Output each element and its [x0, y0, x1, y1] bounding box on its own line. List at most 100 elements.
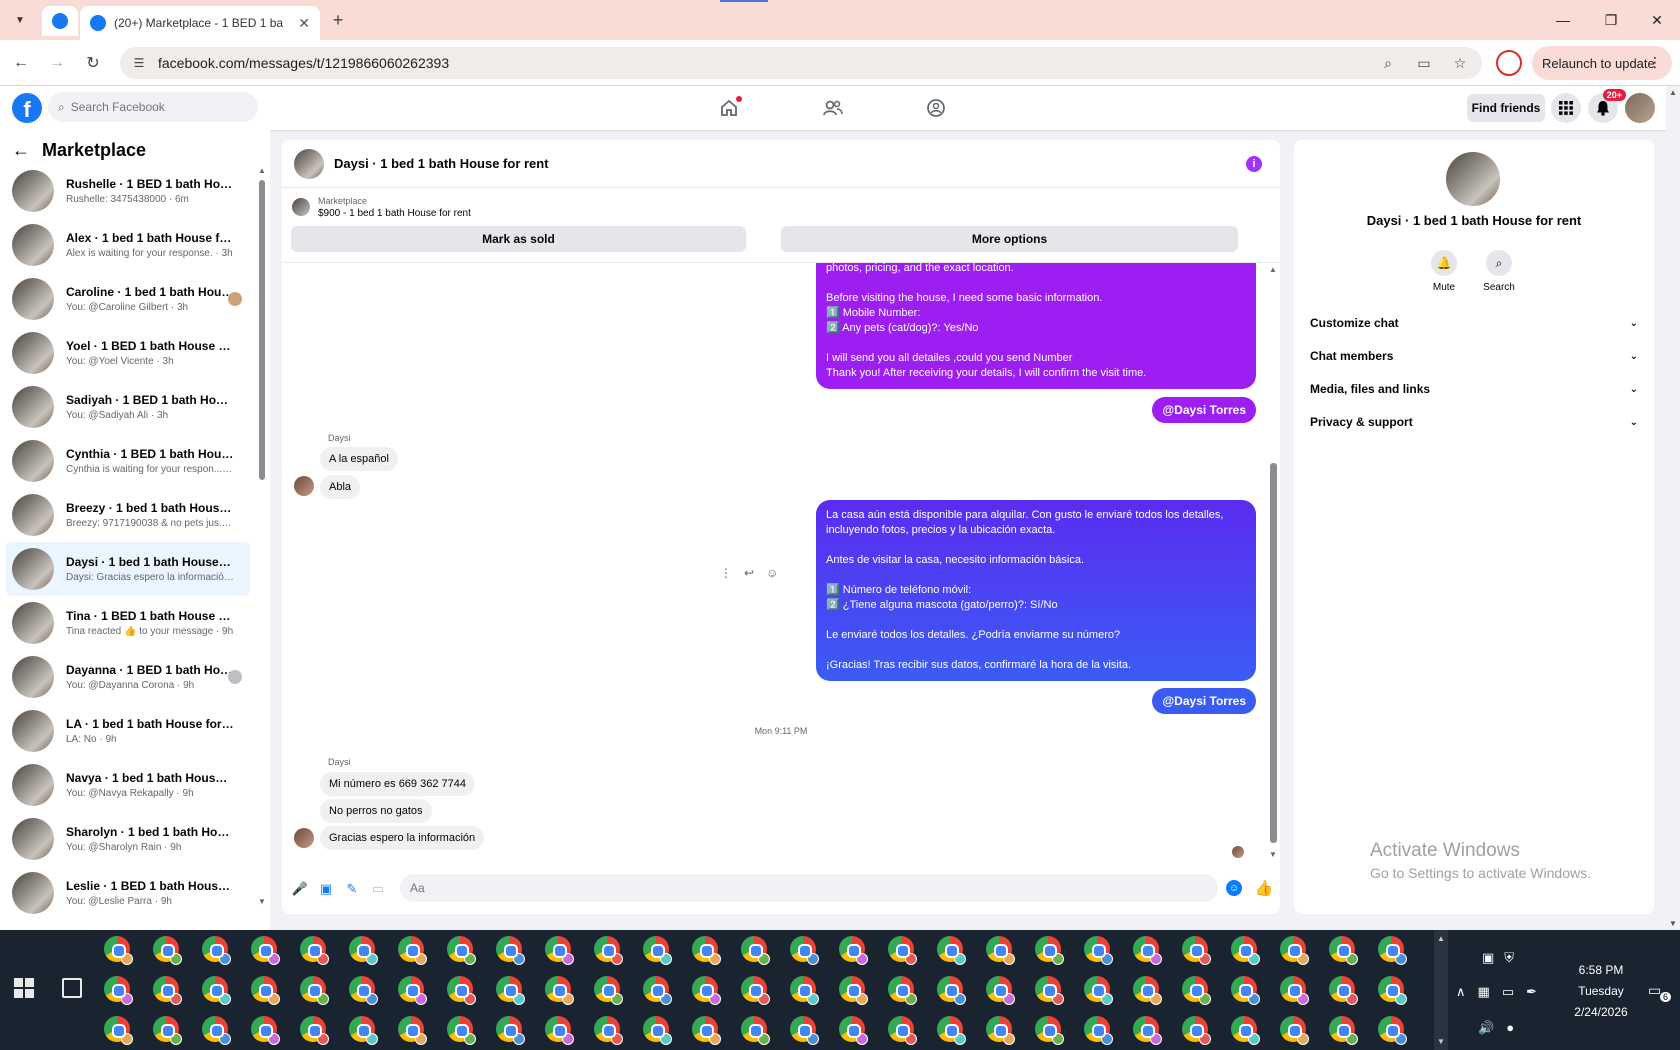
- chrome-window-icon[interactable]: [888, 976, 917, 1005]
- page-scrollbar[interactable]: ▲ ▼: [1666, 86, 1680, 930]
- message-scrollbar[interactable]: ▲ ▼: [1268, 263, 1278, 863]
- chrome-window-icon[interactable]: [1231, 1016, 1260, 1045]
- more-dots-icon[interactable]: ⋮: [720, 566, 732, 580]
- zoom-icon[interactable]: ⌕: [1376, 51, 1400, 75]
- relaunch-button[interactable]: Relaunch to update ⋮: [1532, 46, 1672, 80]
- reload-icon[interactable]: ↻: [80, 50, 106, 76]
- back-arrow-icon[interactable]: ←: [12, 140, 30, 161]
- pen-icon[interactable]: ✒: [1526, 984, 1537, 1000]
- incoming-message[interactable]: Mi número es 669 362 7744: [320, 772, 475, 796]
- chrome-window-icon[interactable]: [839, 936, 868, 965]
- marketplace-listing-info[interactable]: Marketplace $900 - 1 bed 1 bath House fo…: [292, 196, 471, 219]
- chrome-window-icon[interactable]: [692, 1016, 721, 1045]
- incoming-message[interactable]: Gracias espero la información: [320, 826, 485, 850]
- scroll-down-icon[interactable]: ▼: [258, 897, 266, 906]
- more-options-button[interactable]: More options: [781, 226, 1238, 252]
- chrome-window-icon[interactable]: [202, 1016, 231, 1045]
- chrome-window-icon[interactable]: [1182, 976, 1211, 1005]
- search-input[interactable]: [70, 100, 231, 114]
- scroll-up-icon[interactable]: ▲: [1269, 265, 1277, 274]
- chrome-window-icon[interactable]: [398, 1016, 427, 1045]
- chrome-window-icon[interactable]: [251, 936, 280, 965]
- chrome-window-icon[interactable]: [545, 1016, 574, 1045]
- chrome-window-icon[interactable]: [643, 936, 672, 965]
- scroll-down-icon[interactable]: ▼: [1437, 1037, 1445, 1046]
- mention-bubble[interactable]: @Daysi Torres: [1152, 688, 1256, 714]
- groups-icon[interactable]: [921, 94, 951, 122]
- chrome-window-icon[interactable]: [349, 936, 378, 965]
- account-avatar[interactable]: [1625, 93, 1655, 123]
- chrome-window-icon[interactable]: [888, 1016, 917, 1045]
- conversation-item[interactable]: Dayanna · 1 BED 1 bath Hous... You: @Daya…: [6, 650, 250, 704]
- chrome-window-icon[interactable]: [300, 936, 329, 965]
- chrome-window-icon[interactable]: [300, 1016, 329, 1045]
- chrome-window-icon[interactable]: [1133, 976, 1162, 1005]
- incoming-message[interactable]: A la español: [320, 447, 398, 471]
- react-emoji-icon[interactable]: ☺: [766, 566, 778, 580]
- thumbs-up-icon[interactable]: 👍: [1254, 878, 1274, 898]
- chrome-window-icon[interactable]: [496, 936, 525, 965]
- chrome-window-icon[interactable]: [1329, 976, 1358, 1005]
- conversation-item[interactable]: Sharolyn · 1 bed 1 bath House f... You: @…: [6, 812, 250, 866]
- chrome-window-icon[interactable]: [1378, 976, 1407, 1005]
- mark-as-sold-button[interactable]: Mark as sold: [291, 226, 746, 252]
- conversation-item[interactable]: Sadiyah · 1 BED 1 bath House fo... You: @…: [6, 380, 250, 434]
- active-tab[interactable]: (20+) Marketplace - 1 BED 1 ba ✕: [80, 6, 320, 40]
- emoji-icon[interactable]: ☺: [1226, 880, 1242, 896]
- chrome-window-icon[interactable]: [1329, 936, 1358, 965]
- chrome-window-icon[interactable]: [104, 1016, 133, 1045]
- chrome-window-icon[interactable]: [1035, 976, 1064, 1005]
- conversation-item[interactable]: Tina · 1 BED 1 bath House for Re... Tina …: [6, 596, 250, 650]
- chrome-window-icon[interactable]: [1280, 976, 1309, 1005]
- bookmark-star-icon[interactable]: ☆: [1448, 51, 1472, 75]
- friends-icon[interactable]: [818, 94, 848, 122]
- chrome-window-icon[interactable]: [153, 936, 182, 965]
- incoming-message[interactable]: Abla: [320, 475, 361, 499]
- conversation-item[interactable]: Yoel · 1 BED 1 bath House for Re... You: …: [6, 326, 250, 380]
- incoming-message[interactable]: No perros no gatos: [320, 799, 432, 823]
- search-conversation-button[interactable]: ⌕ Search: [1479, 250, 1519, 293]
- pinned-facebook-tab[interactable]: [42, 6, 78, 36]
- facebook-search[interactable]: ⌕: [48, 92, 258, 122]
- reply-icon[interactable]: ↩: [744, 566, 754, 580]
- chrome-window-icon[interactable]: [594, 976, 623, 1005]
- chrome-window-icon[interactable]: [790, 1016, 819, 1045]
- chrome-window-icon[interactable]: [1182, 936, 1211, 965]
- chrome-window-icon[interactable]: [1280, 936, 1309, 965]
- chrome-window-icon[interactable]: [349, 1016, 378, 1045]
- scroll-up-icon[interactable]: ▲: [258, 166, 266, 175]
- chrome-window-icon[interactable]: [447, 1016, 476, 1045]
- minimize-icon[interactable]: —: [1540, 0, 1586, 40]
- chrome-window-icon[interactable]: [545, 976, 574, 1005]
- show-hidden-icons-chevron-icon[interactable]: ∧: [1456, 984, 1466, 1000]
- tab-search-button[interactable]: ▼: [8, 8, 32, 32]
- conversation-item[interactable]: Caroline · 1 bed 1 bath House... You: @Ca…: [6, 272, 250, 326]
- message-input[interactable]: [400, 874, 1218, 902]
- conversation-item[interactable]: Leslie · 1 BED 1 bath House for ... You: …: [6, 866, 250, 920]
- chrome-window-icon[interactable]: [447, 936, 476, 965]
- chrome-window-icon[interactable]: [202, 976, 231, 1005]
- chrome-window-icon[interactable]: [496, 1016, 525, 1045]
- address-bar[interactable]: ☰ facebook.com/messages/t/12198660602623…: [120, 47, 1482, 79]
- notification-center-icon[interactable]: ▭ 6: [1648, 982, 1672, 1004]
- chrome-window-icon[interactable]: [888, 936, 917, 965]
- windows-start-icon[interactable]: [14, 978, 34, 998]
- chrome-window-icon[interactable]: [1035, 936, 1064, 965]
- install-app-icon[interactable]: ▭: [1412, 51, 1436, 75]
- chrome-window-icon[interactable]: [1231, 936, 1260, 965]
- task-view-icon[interactable]: [62, 978, 82, 998]
- chrome-window-icon[interactable]: [1378, 1016, 1407, 1045]
- meet-now-icon[interactable]: ▣: [1482, 950, 1494, 966]
- chrome-window-icon[interactable]: [986, 936, 1015, 965]
- back-icon[interactable]: ←: [8, 50, 34, 76]
- sender-avatar[interactable]: [294, 828, 314, 848]
- chrome-window-icon[interactable]: [839, 1016, 868, 1045]
- volume-icon[interactable]: 🔊: [1478, 1020, 1494, 1036]
- scroll-up-icon[interactable]: ▲: [1437, 934, 1445, 943]
- chrome-window-icon[interactable]: [1084, 976, 1113, 1005]
- network-icon[interactable]: ▭: [1502, 984, 1514, 1000]
- chrome-window-icon[interactable]: [1329, 1016, 1358, 1045]
- scrollbar-thumb[interactable]: [259, 180, 265, 480]
- outgoing-message[interactable]: photos, pricing, and the exact location.…: [816, 263, 1256, 389]
- microphone-icon[interactable]: 🎤: [292, 881, 308, 897]
